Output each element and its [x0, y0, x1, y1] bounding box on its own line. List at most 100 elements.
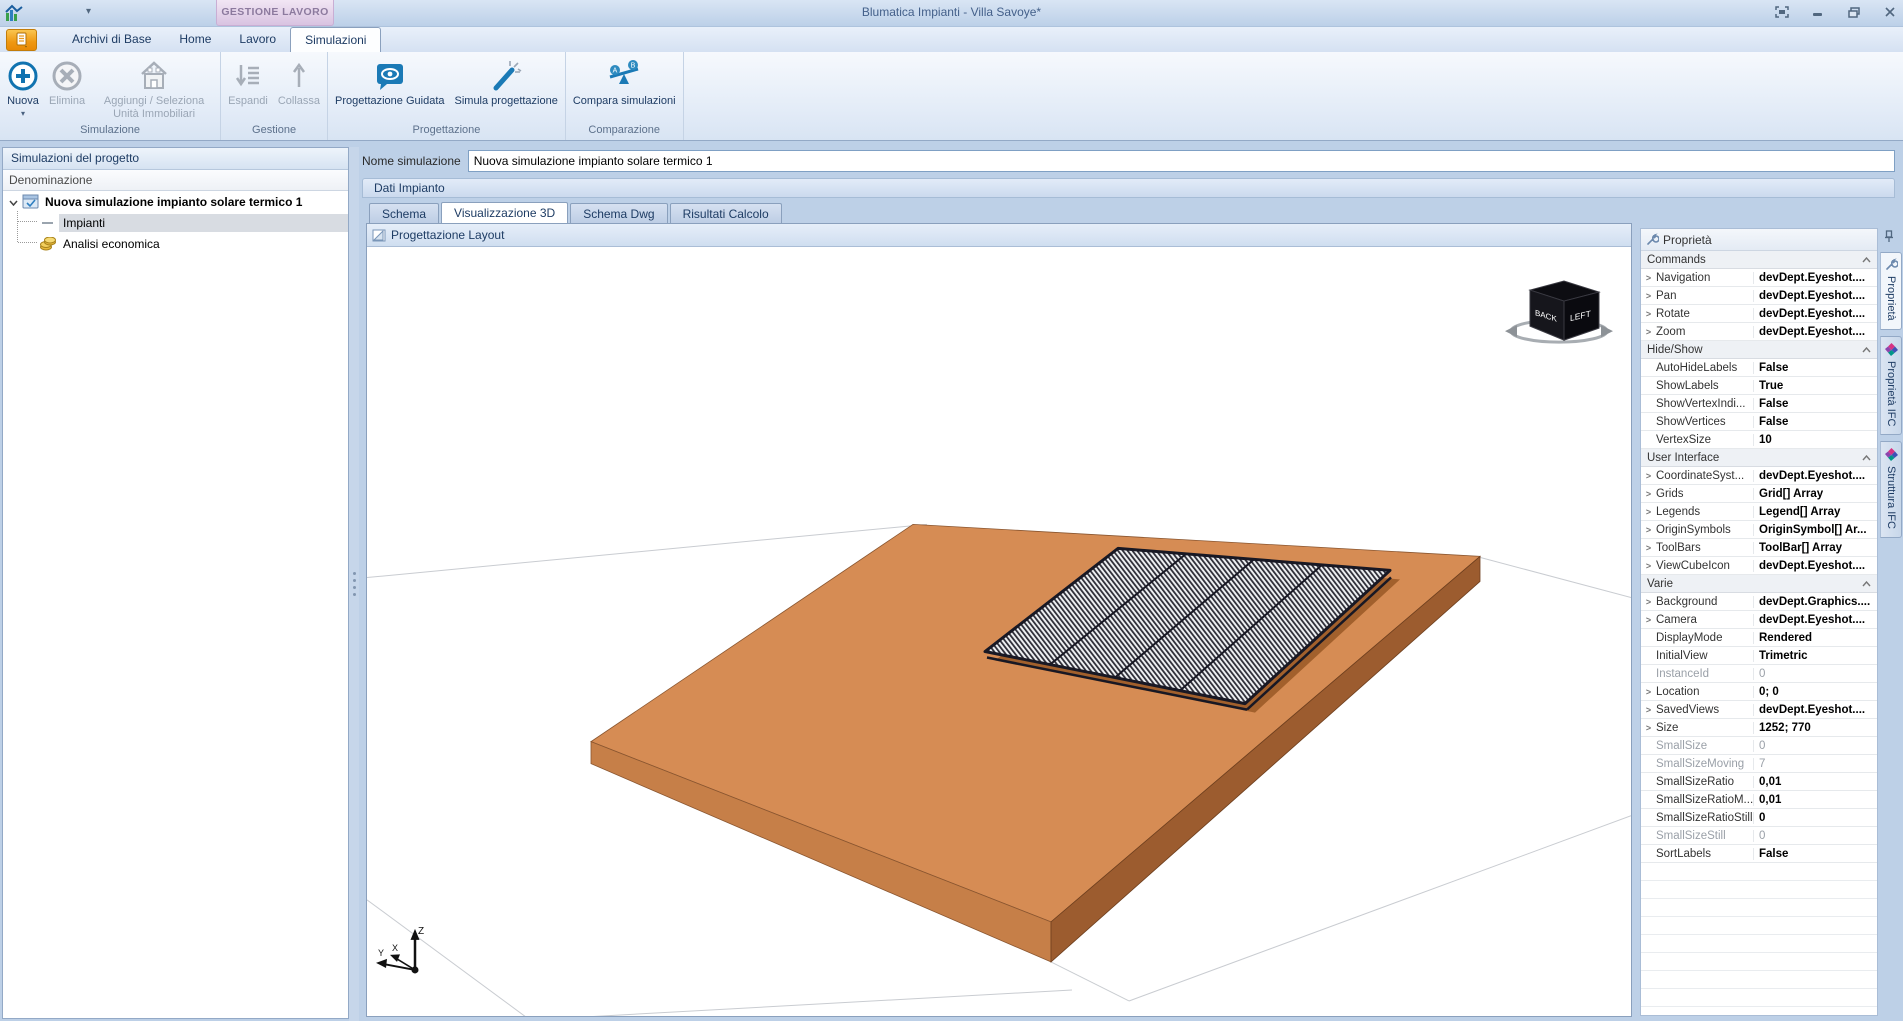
property-row[interactable]: NavigationdevDept.Eyeshot....: [1641, 269, 1877, 287]
property-row[interactable]: ShowVertexIndi...False: [1641, 395, 1877, 413]
property-row[interactable]: SmallSizeStill0: [1641, 827, 1877, 845]
tab-archivi-di-base[interactable]: Archivi di Base: [58, 27, 165, 52]
group-label-simulazione: Simulazione: [2, 123, 218, 140]
property-row[interactable]: Location0; 0: [1641, 683, 1877, 701]
property-row[interactable]: CameradevDept.Eyeshot....: [1641, 611, 1877, 629]
view-cube[interactable]: BACK LEFT: [1505, 281, 1613, 342]
property-row[interactable]: SmallSizeRatioStill0: [1641, 809, 1877, 827]
espandi-button[interactable]: Espandi: [223, 55, 273, 108]
property-row[interactable]: SmallSizeRatio0,01: [1641, 773, 1877, 791]
ribbon: Nuova ▾ Elimina Aggiungi / Seleziona Uni…: [0, 52, 1903, 141]
property-row[interactable]: SavedViewsdevDept.Eyeshot....: [1641, 701, 1877, 719]
property-row[interactable]: ShowVerticesFalse: [1641, 413, 1877, 431]
file-menu-button[interactable]: [6, 29, 37, 51]
ifc-icon: [1884, 342, 1899, 357]
property-row[interactable]: Size1252; 770: [1641, 719, 1877, 737]
property-row[interactable]: ShowLabelsTrue: [1641, 377, 1877, 395]
property-row[interactable]: RotatedevDept.Eyeshot....: [1641, 305, 1877, 323]
aggiungi-seleziona-button[interactable]: Aggiungi / Seleziona Unità Immobiliari: [90, 55, 218, 121]
simulation-name-label: Nome simulazione: [362, 154, 461, 168]
property-row[interactable]: SmallSizeMoving7: [1641, 755, 1877, 773]
main-area: Nome simulazione Dati Impianto Schema Vi…: [359, 147, 1903, 1021]
property-grid-empty: [1641, 863, 1877, 1015]
svg-text:A: A: [613, 68, 618, 75]
tree-node-analisi-economica[interactable]: Analisi economica: [3, 233, 348, 254]
properties-title: Proprietà: [1663, 233, 1712, 247]
property-row[interactable]: SortLabelsFalse: [1641, 845, 1877, 863]
pin-icon[interactable]: [1880, 228, 1894, 246]
svg-text:B: B: [631, 63, 636, 70]
ribbon-tab-row: Archivi di Base Home Lavoro Simulazioni: [0, 27, 1903, 52]
collassa-button[interactable]: Collassa: [273, 55, 325, 108]
property-row[interactable]: InstanceId0: [1641, 665, 1877, 683]
coins-icon: [37, 237, 59, 251]
property-row[interactable]: CoordinateSyst...devDept.Eyeshot....: [1641, 467, 1877, 485]
ifc-icon: [1884, 447, 1899, 462]
delete-circle-icon: [51, 57, 83, 95]
fullscreen-icon[interactable]: [1771, 4, 1793, 20]
tab-simulazioni[interactable]: Simulazioni: [290, 27, 381, 52]
elimina-button[interactable]: Elimina: [44, 55, 90, 108]
section-hide-show[interactable]: Hide/Show: [1641, 341, 1877, 359]
tab-risultati-calcolo[interactable]: Risultati Calcolo: [670, 203, 782, 224]
collapse-chevron-icon: [1862, 257, 1871, 263]
simulation-icon: [19, 194, 41, 209]
property-row[interactable]: DisplayModeRendered: [1641, 629, 1877, 647]
expand-icon: [232, 57, 264, 95]
property-row[interactable]: GridsGrid[] Array: [1641, 485, 1877, 503]
tab-home[interactable]: Home: [165, 27, 225, 52]
section-varie[interactable]: Varie: [1641, 575, 1877, 593]
collapse-chevron-icon: [1862, 347, 1871, 353]
document-icon: [14, 32, 30, 48]
nuova-button[interactable]: Nuova ▾: [2, 55, 44, 119]
property-row[interactable]: OriginSymbolsOriginSymbol[] Ar...: [1641, 521, 1877, 539]
tree-column-header[interactable]: Denominazione: [3, 170, 348, 191]
property-row[interactable]: VertexSize10: [1641, 431, 1877, 449]
layout-icon: [372, 229, 386, 242]
tab-lavoro[interactable]: Lavoro: [225, 27, 290, 52]
tree-guide-line: [18, 221, 37, 222]
chevron-down-icon[interactable]: [3, 195, 19, 209]
ribbon-group-gestione: Espandi Collassa Gestione: [221, 52, 328, 140]
progettazione-guidata-button[interactable]: Progettazione Guidata: [330, 55, 449, 108]
section-commands[interactable]: Commands: [1641, 251, 1877, 269]
property-row[interactable]: AutoHideLabelsFalse: [1641, 359, 1877, 377]
tree-guide-line: [18, 242, 37, 243]
side-tab-proprieta-ifc[interactable]: Proprietà IFC: [1880, 336, 1902, 435]
close-icon[interactable]: [1879, 4, 1901, 20]
group-label-gestione: Gestione: [223, 123, 325, 140]
balance-icon: AB: [606, 57, 642, 95]
dati-impianto-tabs: Schema Visualizzazione 3D Schema Dwg Ris…: [369, 202, 784, 224]
tree-node-root[interactable]: Nuova simulazione impianto solare termic…: [3, 191, 348, 212]
property-row[interactable]: SmallSize0: [1641, 737, 1877, 755]
property-row[interactable]: ZoomdevDept.Eyeshot....: [1641, 323, 1877, 341]
property-row[interactable]: LegendsLegend[] Array: [1641, 503, 1877, 521]
viewport-3d[interactable]: BACK LEFT Z Y X: [367, 247, 1631, 1016]
compara-simulazioni-button[interactable]: AB Compara simulazioni: [568, 55, 681, 108]
title-bar: ▾ GESTIONE LAVORO Blumatica Impianti - V…: [0, 0, 1903, 27]
property-row[interactable]: ViewCubeIcondevDept.Eyeshot....: [1641, 557, 1877, 575]
property-row[interactable]: PandevDept.Eyeshot....: [1641, 287, 1877, 305]
tab-schema-dwg[interactable]: Schema Dwg: [570, 203, 667, 224]
property-row[interactable]: ToolBarsToolBar[] Array: [1641, 539, 1877, 557]
property-row[interactable]: InitialViewTrimetric: [1641, 647, 1877, 665]
simulation-name-input[interactable]: [468, 150, 1895, 172]
wrench-icon: [1645, 233, 1659, 247]
axis-triad: Z Y X: [376, 926, 424, 974]
tab-visualizzazione-3d[interactable]: Visualizzazione 3D: [441, 202, 568, 224]
property-row[interactable]: BackgrounddevDept.Graphics....: [1641, 593, 1877, 611]
tree-node-impianti[interactable]: Impianti: [3, 212, 348, 233]
restore-icon[interactable]: [1843, 4, 1865, 20]
side-tab-proprieta[interactable]: Proprietà: [1880, 252, 1902, 330]
minimize-icon[interactable]: [1807, 4, 1829, 20]
axis-y-label: Y: [378, 948, 384, 958]
side-tab-struttura-ifc[interactable]: Struttura IFC: [1880, 441, 1902, 538]
panel-splitter[interactable]: [349, 147, 359, 1021]
section-user-interface[interactable]: User Interface: [1641, 449, 1877, 467]
ribbon-group-progettazione: Progettazione Guidata Simula progettazio…: [328, 52, 566, 140]
tab-schema[interactable]: Schema: [369, 203, 439, 224]
property-row[interactable]: SmallSizeRatioM...0,01: [1641, 791, 1877, 809]
dati-impianto-header: Dati Impianto: [362, 178, 1895, 198]
simula-progettazione-button[interactable]: Simula progettazione: [450, 55, 563, 108]
plus-circle-icon: [7, 57, 39, 95]
